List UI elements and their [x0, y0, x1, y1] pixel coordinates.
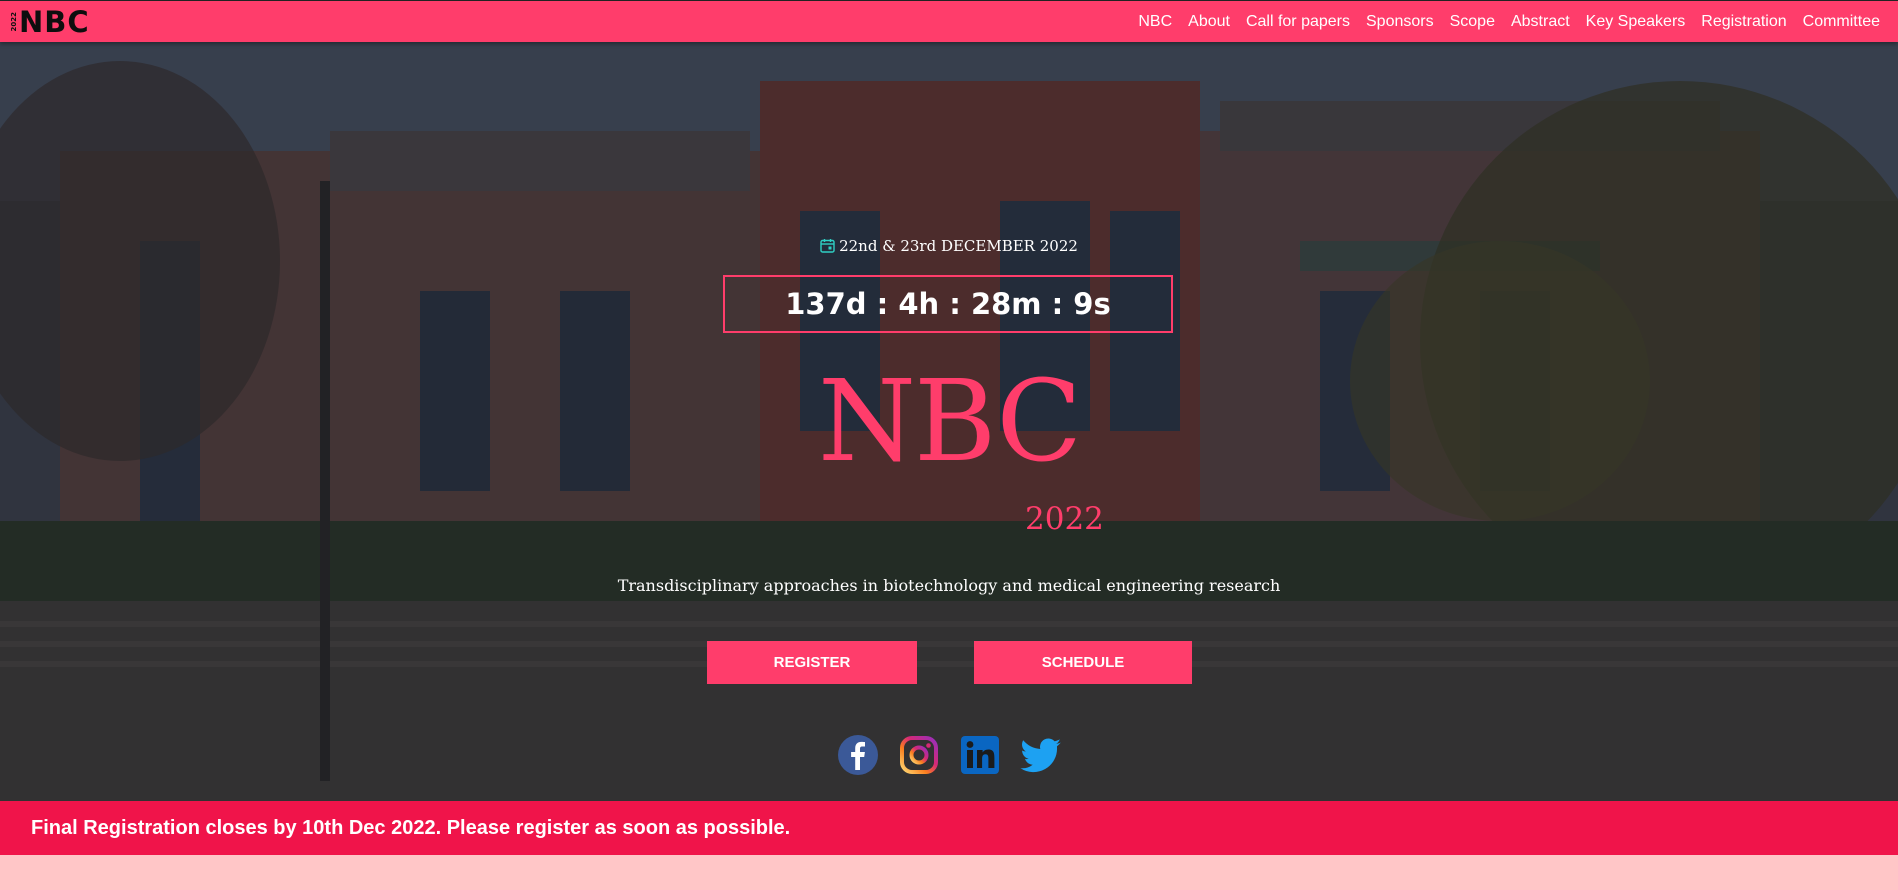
schedule-button[interactable]: SCHEDULE	[974, 641, 1192, 684]
social-links	[0, 733, 1898, 777]
announcement-text: Final Registration closes by 10th Dec 20…	[31, 816, 791, 839]
brand-logo[interactable]: 2022 NBC	[10, 5, 90, 39]
page-bottom-strip	[0, 855, 1898, 890]
registration-announcement-bar: Final Registration closes by 10th Dec 20…	[0, 801, 1898, 855]
facebook-icon[interactable]	[836, 733, 880, 777]
hero-subtitle: Transdisciplinary approaches in biotechn…	[617, 576, 1281, 595]
brand-year: 2022	[10, 12, 18, 32]
nav-link-registration[interactable]: Registration	[1701, 13, 1786, 31]
nav-link-call-for-papers[interactable]: Call for papers	[1246, 13, 1350, 31]
nav-link-abstract[interactable]: Abstract	[1511, 13, 1570, 31]
nav-link-about[interactable]: About	[1188, 13, 1230, 31]
twitter-icon[interactable]	[1019, 733, 1063, 777]
register-button[interactable]: REGISTER	[707, 641, 917, 684]
top-navbar: 2022 NBC NBC About Call for papers Spons…	[0, 0, 1898, 42]
calendar-icon	[820, 239, 835, 253]
hero-section: 22nd & 23rd DECEMBER 2022 137d : 4h : 28…	[0, 41, 1898, 801]
nav-link-committee[interactable]: Committee	[1803, 13, 1880, 31]
nav-links: NBC About Call for papers Sponsors Scope…	[1138, 1, 1880, 42]
linkedin-icon[interactable]	[958, 733, 1002, 777]
hero-title: NBC	[817, 357, 1082, 487]
hero-year: 2022	[1025, 501, 1104, 537]
event-date: 22nd & 23rd DECEMBER 2022	[0, 237, 1898, 255]
nav-link-sponsors[interactable]: Sponsors	[1366, 13, 1434, 31]
event-date-text: 22nd & 23rd DECEMBER 2022	[839, 237, 1078, 255]
nav-link-scope[interactable]: Scope	[1450, 13, 1495, 31]
instagram-icon[interactable]	[897, 733, 941, 777]
brand-name: NBC	[19, 5, 90, 39]
nav-link-nbc[interactable]: NBC	[1138, 13, 1172, 31]
countdown-timer: 137d : 4h : 28m : 9s	[723, 275, 1173, 333]
nav-link-key-speakers[interactable]: Key Speakers	[1586, 13, 1686, 31]
